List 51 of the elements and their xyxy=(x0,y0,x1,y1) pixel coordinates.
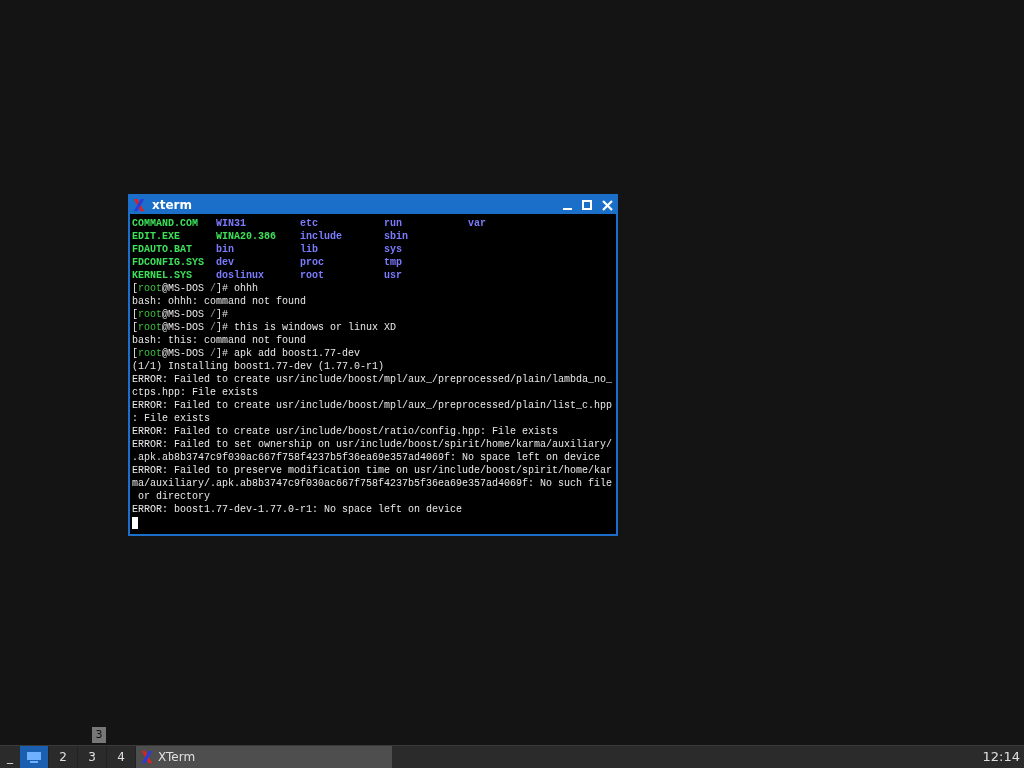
close-button[interactable] xyxy=(600,198,614,212)
file-name: var xyxy=(468,218,486,229)
file-name: WINA20.386 xyxy=(216,231,276,242)
output-line: ERROR: Failed to create usr/include/boost/mpl/aux_/preprocessed/plain/lambda_no_ xyxy=(132,374,613,385)
output-line: ma/auxiliary/.apk.ab8b3747c9f030ac667f758f4237b5f36ea69e357ad4069f: No such file xyxy=(132,478,613,489)
output-line: ERROR: boost1.77-dev-1.77.0-r1: No space left on device xyxy=(132,504,463,515)
file-name: bin xyxy=(216,244,234,255)
file-name: include xyxy=(300,231,342,242)
prompt-text: [root@MS-DOS /]# this is windows or linux XD xyxy=(132,322,397,333)
text-cursor xyxy=(132,516,138,529)
output-line: or directory xyxy=(137,491,210,502)
output-line: .apk.ab8b3747c9f030ac667f758f4237b5f36ea69e357ad4069f: No space left on device xyxy=(132,452,601,463)
output-line: ERROR: Failed to create usr/include/boost/ratio/config.hpp: File exists xyxy=(132,426,559,437)
output-line: ctps.hpp: File exists xyxy=(132,387,259,398)
output-line: : File exists xyxy=(132,413,210,424)
file-name: KERNEL.SYS xyxy=(132,270,192,281)
workspace-button[interactable] xyxy=(20,746,49,768)
window-title: xterm xyxy=(152,197,194,214)
file-name: doslinux xyxy=(216,270,264,281)
prompt-text: [root@MS-DOS /]# apk add boost1.77-dev xyxy=(132,348,361,359)
file-name: dev xyxy=(216,257,234,268)
prompt-text: [root@MS-DOS /]# ohhh xyxy=(132,283,259,294)
file-name: usr xyxy=(384,270,402,281)
file-name: proc xyxy=(300,257,324,268)
file-name: lib xyxy=(300,244,318,255)
task-button[interactable]: XTerm xyxy=(136,746,392,768)
file-name: sbin xyxy=(384,231,408,242)
output-line: ERROR: Failed to preserve modification time on usr/include/boost/spirit/home/kar xyxy=(132,465,613,476)
maximize-button[interactable] xyxy=(580,198,594,212)
x-logo-icon xyxy=(132,198,146,212)
file-name: run xyxy=(384,218,402,229)
prompt-text: [root@MS-DOS /]# xyxy=(132,309,229,320)
file-name: FDCONFIG.SYS xyxy=(132,257,204,268)
show-desktop-button[interactable]: _ xyxy=(0,746,20,768)
file-name: EDIT.EXE xyxy=(132,231,180,242)
file-name: COMMAND.COM xyxy=(132,218,198,229)
file-name: tmp xyxy=(384,257,402,268)
output-line: bash: ohhh: command not found xyxy=(132,296,307,307)
output-line: (1/1) Installing boost1.77-dev (1.77.0-r1) xyxy=(132,361,385,372)
output-line: ERROR: Failed to create usr/include/boost/mpl/aux_/preprocessed/plain/list_c.hpp xyxy=(132,400,613,411)
x-logo-icon xyxy=(140,750,154,764)
file-name: root xyxy=(300,270,324,281)
file-name: sys xyxy=(384,244,402,255)
file-name: FDAUTO.BAT xyxy=(132,244,192,255)
output-line: ERROR: Failed to set ownership on usr/include/boost/spirit/home/karma/auxiliary/ xyxy=(132,439,613,450)
clock: 12:14 xyxy=(982,748,1021,767)
output-line: bash: this: command not found xyxy=(132,335,307,346)
tooltip: 3 xyxy=(92,727,106,743)
file-name: WIN31 xyxy=(216,218,246,229)
monitor-icon xyxy=(27,751,41,763)
file-name: etc xyxy=(300,218,318,229)
